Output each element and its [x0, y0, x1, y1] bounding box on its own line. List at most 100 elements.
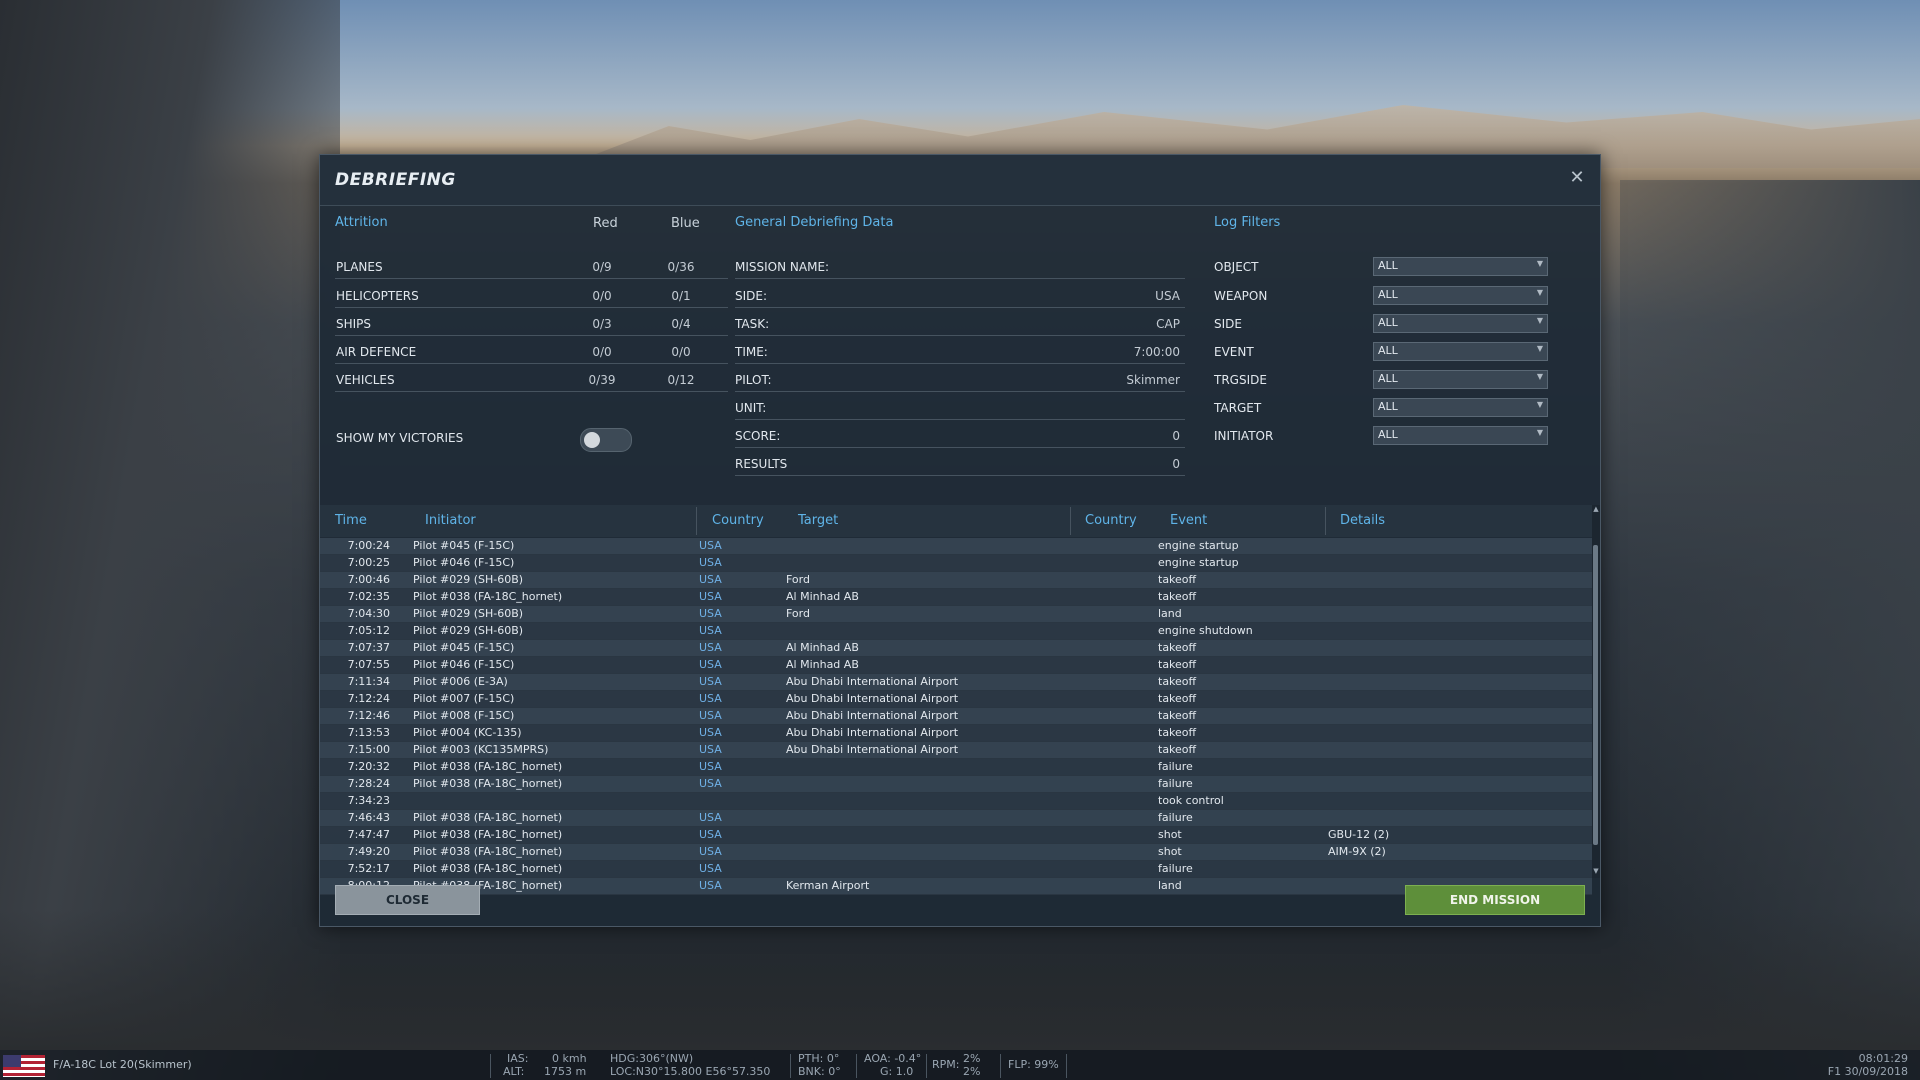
- scroll-up-icon[interactable]: ▲: [1592, 505, 1600, 513]
- close-button[interactable]: CLOSE: [335, 885, 480, 915]
- log-country: USA: [699, 743, 722, 756]
- log-header-event[interactable]: Event: [1170, 513, 1207, 528]
- table-row[interactable]: 7:07:55 Pilot #046 (F-15C) USA Al Minhad AB…: [320, 657, 1592, 674]
- select-value: ALL: [1378, 372, 1398, 385]
- general-label-time: TIME:: [735, 345, 768, 359]
- toggle-knob: [584, 432, 600, 448]
- scroll-down-icon[interactable]: ▼: [1592, 867, 1600, 875]
- filter-select-trgside[interactable]: ALL ▼: [1373, 370, 1548, 389]
- filter-select-target[interactable]: ALL ▼: [1373, 398, 1548, 417]
- log-initiator: Pilot #029 (SH-60B): [413, 573, 524, 586]
- log-header-country[interactable]: Country: [712, 513, 764, 528]
- chevron-down-icon: ▼: [1536, 400, 1543, 409]
- log-initiator: Pilot #038 (FA-18C_hornet): [413, 862, 563, 875]
- log-time: 7:00:46: [347, 573, 390, 586]
- filter-select-weapon[interactable]: ALL ▼: [1373, 286, 1548, 305]
- table-row[interactable]: 8:00:12Pilot #038 (FA-18C_hornet)USAKerm…: [320, 878, 1592, 895]
- end-mission-button[interactable]: END MISSION: [1405, 885, 1585, 915]
- status-bar: F/A-18C Lot 20(Skimmer) IAS: 0 kmh ALT: …: [0, 1050, 1920, 1080]
- select-value: ALL: [1378, 316, 1398, 329]
- log-country: USA: [699, 845, 722, 858]
- attrition-label: HELICOPTERS: [336, 289, 419, 303]
- filter-select-initiator[interactable]: ALL ▼: [1373, 426, 1548, 445]
- filter-label-event: EVENT: [1214, 345, 1254, 359]
- aoa-readout: AOA: -0.4°: [864, 1052, 922, 1065]
- table-row[interactable]: 7:52:17 Pilot #038 (FA-18C_hornet) USA fail…: [320, 861, 1592, 878]
- log-initiator: Pilot #038 (FA-18C_hornet): [413, 811, 563, 824]
- general-value-pilot: Skimmer: [1126, 373, 1180, 387]
- table-row[interactable]: 7:12:24 Pilot #007 (F-15C) USA Abu Dhabi In…: [320, 691, 1592, 708]
- log-target: Al Minhad AB: [786, 590, 859, 603]
- divider: [856, 1054, 857, 1078]
- table-row[interactable]: 7:00:24 Pilot #045 (F-15C) USA engine start…: [320, 538, 1592, 555]
- table-row[interactable]: 7:20:32 Pilot #038 (FA-18C_hornet) USA fail…: [320, 759, 1592, 776]
- table-row[interactable]: 7:04:30 Pilot #029 (SH-60B) USA Ford land: [320, 606, 1592, 623]
- table-row[interactable]: 7:11:34 Pilot #006 (E-3A) USA Abu Dhabi Int…: [320, 674, 1592, 691]
- log-time: 7:07:37: [347, 641, 390, 654]
- divider: [1066, 1054, 1067, 1078]
- log-country: USA: [699, 590, 722, 603]
- heading-readout: HDG:306°(NW): [610, 1052, 694, 1065]
- log-event: took control: [1158, 794, 1224, 807]
- general-value-time: 7:00:00: [1133, 345, 1180, 359]
- table-row[interactable]: 7:13:53 Pilot #004 (KC-135) USA Abu Dhabi I…: [320, 725, 1592, 742]
- divider: [1070, 507, 1071, 535]
- log-time: 7:12:24: [347, 692, 390, 705]
- log-initiator: Pilot #029 (SH-60B): [413, 607, 524, 620]
- log-scrollbar[interactable]: ▲ ▼: [1592, 505, 1600, 878]
- log-target: Al Minhad AB: [786, 658, 859, 671]
- divider: [335, 307, 728, 308]
- table-row[interactable]: 7:46:43 Pilot #038 (FA-18C_hornet) USA fail…: [320, 810, 1592, 827]
- log-header-initiator[interactable]: Initiator: [425, 513, 476, 528]
- log-time: 7:07:55: [347, 658, 390, 671]
- table-row[interactable]: 7:49:20 Pilot #038 (FA-18C_hornet) USA shot…: [320, 844, 1592, 861]
- table-row[interactable]: 7:05:12 Pilot #029 (SH-60B) USA engine shut…: [320, 623, 1592, 640]
- table-row[interactable]: 7:12:46 Pilot #008 (F-15C) USA Abu Dhabi In…: [320, 708, 1592, 725]
- log-initiator: Pilot #029 (SH-60B): [413, 624, 524, 637]
- close-icon[interactable]: ✕: [1566, 167, 1588, 189]
- log-body: 7:00:24 Pilot #045 (F-15C) USA engine start…: [320, 538, 1592, 895]
- aircraft-name: F/A-18C Lot 20(Skimmer): [53, 1058, 192, 1071]
- dialog-header: DEBRIEFING ✕: [320, 155, 1600, 206]
- log-initiator: Pilot #045 (F-15C): [413, 539, 515, 552]
- divider: [490, 1054, 491, 1078]
- general-label-unit: UNIT:: [735, 401, 767, 415]
- log-time: 7:52:17: [347, 862, 390, 875]
- attrition-blue: 0/4: [671, 317, 691, 331]
- table-row[interactable]: 7:15:00 Pilot #003 (KC135MPRS) USA Abu Dhab…: [320, 742, 1592, 759]
- attrition-red: 0/0: [592, 289, 612, 303]
- attrition-col-red: Red: [593, 216, 618, 231]
- log-target: Abu Dhabi International Airport: [786, 709, 959, 722]
- filter-select-object[interactable]: ALL ▼: [1373, 257, 1548, 276]
- log-initiator: Pilot #038 (FA-18C_hornet): [413, 590, 563, 603]
- filter-select-side[interactable]: ALL ▼: [1373, 314, 1548, 333]
- table-row[interactable]: 7:47:47 Pilot #038 (FA-18C_hornet) USA shot…: [320, 827, 1592, 844]
- chevron-down-icon: ▼: [1536, 316, 1543, 325]
- select-value: ALL: [1378, 428, 1398, 441]
- clock: 08:01:29: [1858, 1052, 1908, 1065]
- log-country: USA: [699, 811, 722, 824]
- log-initiator: Pilot #003 (KC135MPRS): [413, 743, 549, 756]
- attrition-label: VEHICLES: [336, 373, 395, 387]
- table-row[interactable]: 7:00:46 Pilot #029 (SH-60B) USA Ford takeoff: [320, 572, 1592, 589]
- scroll-thumb[interactable]: [1593, 545, 1598, 845]
- log-event: shot: [1158, 845, 1182, 858]
- log-details: GBU-12 (2): [1328, 828, 1390, 841]
- filter-select-event[interactable]: ALL ▼: [1373, 342, 1548, 361]
- log-country: USA: [699, 726, 722, 739]
- log-header-target[interactable]: Target: [798, 513, 838, 528]
- table-row[interactable]: 7:28:24 Pilot #038 (FA-18C_hornet) USA fail…: [320, 776, 1592, 793]
- table-row[interactable]: 7:34:23 took control: [320, 793, 1592, 810]
- divider: [735, 447, 1185, 448]
- log-header-details[interactable]: Details: [1340, 513, 1385, 528]
- log-header-target-country[interactable]: Country: [1085, 513, 1137, 528]
- table-row[interactable]: 7:02:35 Pilot #038 (FA-18C_hornet) USA Al M…: [320, 589, 1592, 606]
- ias-value: 0 kmh: [552, 1052, 587, 1065]
- table-row[interactable]: 7:07:37 Pilot #045 (F-15C) USA Al Minhad AB…: [320, 640, 1592, 657]
- log-event: takeoff: [1158, 590, 1197, 603]
- log-header-time[interactable]: Time: [335, 513, 367, 528]
- show-victories-toggle[interactable]: [580, 428, 632, 452]
- log-time: 7:28:24: [347, 777, 390, 790]
- log-header-row: Time Initiator Country Target Country Ev…: [320, 505, 1592, 537]
- table-row[interactable]: 7:00:25 Pilot #046 (F-15C) USA engine start…: [320, 555, 1592, 572]
